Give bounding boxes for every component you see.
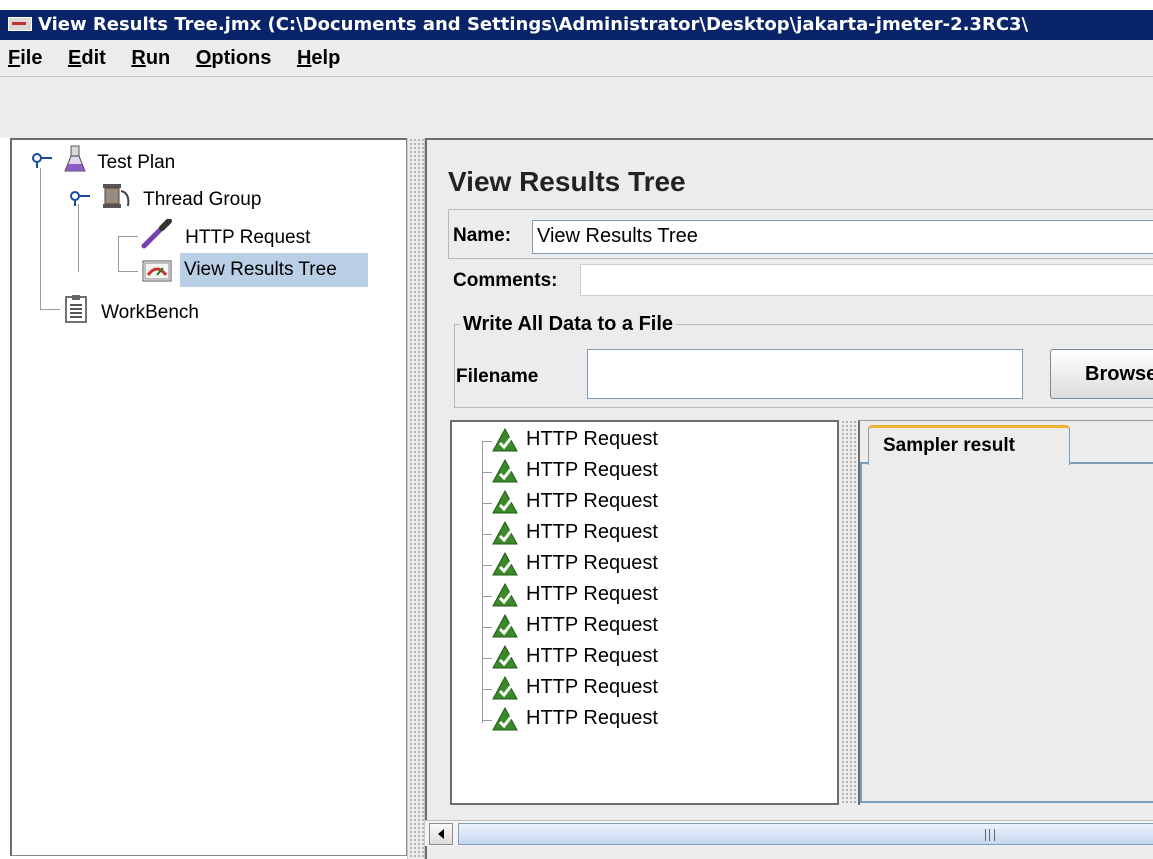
menu-edit-label: dit [81,47,106,69]
tree-line [118,236,119,272]
success-check-icon [492,552,518,576]
menu-file-mnemonic: F [8,47,21,69]
menu-help[interactable]: Help [297,40,340,76]
tree-line [78,204,79,272]
page-title: View Results Tree [448,166,686,197]
result-item-label: HTTP Request [526,490,658,512]
success-check-icon [492,459,518,483]
tree-node-label: View Results Tree [184,259,337,280]
expand-handle-icon[interactable] [66,188,92,208]
name-field[interactable]: View Results Tree [532,220,1153,254]
result-item-label: HTTP Request [526,552,658,574]
window-title-bar[interactable]: View Results Tree.jmx (C:\Documents and … [0,10,1153,40]
result-item-label: HTTP Request [526,645,658,667]
scrollbar-thumb[interactable] [458,823,1153,845]
menu-help-mnemonic: H [296,47,312,69]
results-split-divider[interactable] [841,420,857,805]
menu-help-label: elp [311,47,341,69]
tree-node-http-request[interactable]: HTTP Request [140,218,311,249]
sampler-result-content [860,462,1153,803]
success-check-icon [492,707,518,731]
tree-node-label: HTTP Request [185,227,311,248]
menu-file[interactable]: File [8,40,42,76]
spool-icon [103,184,130,208]
comments-label: Comments: [453,270,558,291]
success-check-icon [492,583,518,607]
tree-node-test-plan[interactable]: Test Plan [62,144,175,174]
success-check-icon [492,490,518,514]
tree-line [482,441,483,723]
tree-node-label: WorkBench [101,302,199,323]
tree-line [482,534,492,535]
split-pane-divider[interactable] [407,138,425,859]
tree-line [482,627,492,628]
menu-run-mnemonic: R [131,47,146,69]
scroll-left-button[interactable] [429,823,453,845]
window-title: View Results Tree.jmx (C:\Documents and … [38,14,1029,35]
filename-label: Filename [456,366,539,387]
result-item-label: HTTP Request [526,521,658,543]
tree-line [482,689,492,690]
tree-line [482,503,492,504]
tree-node-label: Test Plan [97,152,176,173]
menu-run-label: un [145,47,171,69]
result-item-label: HTTP Request [526,676,658,698]
tree-line [40,168,41,310]
browse-button[interactable]: Browse... [1050,349,1153,399]
results-listener-icon [142,260,172,282]
menu-file-label: ile [20,47,43,69]
result-item-label: HTTP Request [526,707,658,729]
tree-node-label: Thread Group [143,189,262,210]
tree-line [482,441,492,442]
app-icon [8,17,32,31]
menu-edit[interactable]: Edit [68,40,106,76]
tree-node-thread-group[interactable]: Thread Group [100,181,261,211]
result-item-label: HTTP Request [526,583,658,605]
success-check-icon [492,614,518,638]
tree-line [482,596,492,597]
arrow-left-icon [438,829,444,839]
pipette-icon [141,218,172,249]
expand-handle-icon[interactable] [28,150,54,170]
clipboard-icon [65,295,87,323]
tree-node-workbench[interactable]: WorkBench [64,294,199,324]
filename-input[interactable] [587,349,1023,399]
name-label: Name: [453,225,512,246]
tree-line [482,658,492,659]
tree-line [482,565,492,566]
success-check-icon [492,676,518,700]
menu-edit-mnemonic: E [68,47,82,69]
grip-icon [985,829,995,841]
menu-bar: File Edit Run Options Help [0,40,1153,76]
tree-line [118,271,138,272]
menu-options-mnemonic: O [195,47,212,69]
success-check-icon [492,428,518,452]
comments-field[interactable] [580,264,1153,296]
flask-icon [64,145,86,172]
result-item-label: HTTP Request [526,459,658,481]
success-check-icon [492,521,518,545]
tab-sampler-result[interactable]: Sampler result [868,425,1070,465]
tree-line [482,472,492,473]
result-item-label: HTTP Request [526,428,658,450]
menu-options-label: ptions [211,47,272,69]
menu-run[interactable]: Run [131,40,170,76]
result-item-label: HTTP Request [526,614,658,636]
tree-line [118,236,138,237]
toolbar-area [0,76,1153,138]
group-title: Write All Data to a File [460,313,677,336]
menu-options[interactable]: Options [196,40,272,76]
tree-line [40,309,60,310]
tree-line [482,720,492,721]
success-check-icon [492,645,518,669]
